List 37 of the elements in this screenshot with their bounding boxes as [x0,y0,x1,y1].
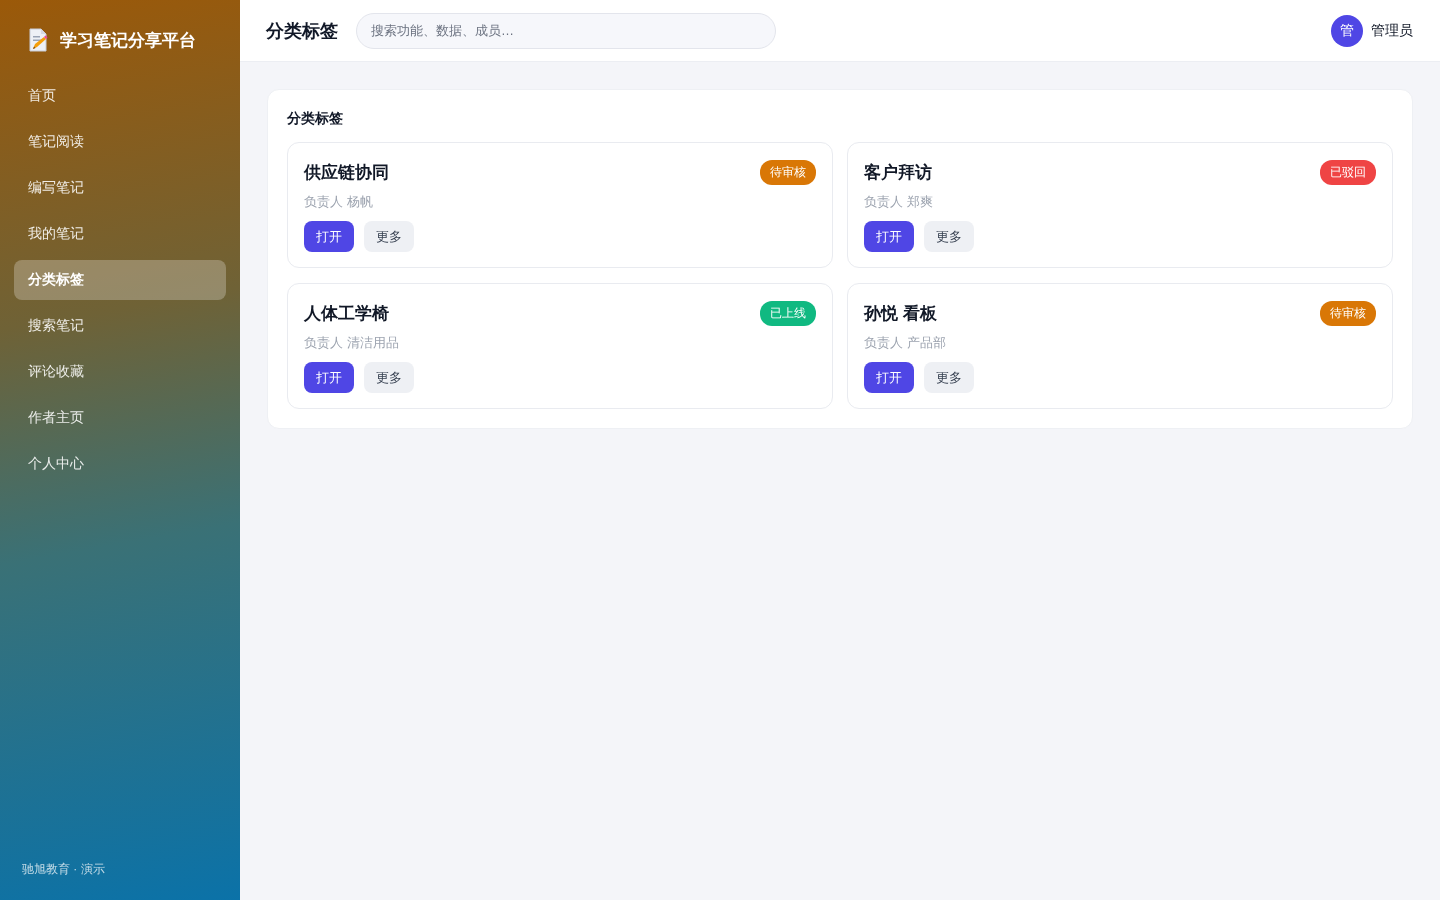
owner-text: 负责人 清洁用品 [304,334,400,352]
more-button[interactable]: 更多 [924,221,974,252]
more-button[interactable]: 更多 [364,362,414,393]
card-title: 客户拜访 [864,161,932,184]
footer-text: 驰旭教育 · 演示 [21,861,106,878]
nav-item[interactable]: 笔记阅读 [14,122,226,162]
brand-name: 学习笔记分享平台 [60,29,196,52]
owner-text: 负责人 郑爽 [864,193,934,211]
search-field[interactable]: 搜索功能、数据、成员… [356,12,776,49]
more-button[interactable]: 更多 [364,221,414,252]
open-button[interactable]: 打开 [304,362,354,393]
user-avatar[interactable]: 管 [1331,14,1363,47]
open-button[interactable]: 打开 [304,221,354,252]
open-button[interactable]: 打开 [864,221,914,252]
status-badge: 已驳回 [1320,159,1376,185]
nav-item[interactable]: 个人中心 [14,444,226,484]
card-title: 孙悦 看板 [864,302,937,325]
nav-item[interactable]: 作者主页 [14,398,226,438]
owner-text: 负责人 产品部 [864,334,947,352]
nav-item[interactable]: 编写笔记 [14,168,226,208]
nav-item[interactable]: 首页 [14,76,226,116]
owner-text: 负责人 杨帆 [304,193,374,211]
nav-item[interactable]: 搜索笔记 [14,306,226,346]
open-button[interactable]: 打开 [864,362,914,393]
memo-pencil-icon [28,28,48,52]
more-button[interactable]: 更多 [924,362,974,393]
status-badge: 待审核 [760,159,816,185]
nav-item[interactable]: 我的笔记 [14,214,226,254]
status-badge: 待审核 [1320,300,1376,326]
panel-title: 分类标签 [287,110,344,128]
nav-item[interactable]: 分类标签 [14,260,226,300]
nav-item[interactable]: 评论收藏 [14,352,226,392]
status-badge: 已上线 [760,300,816,326]
card-title: 人体工学椅 [304,302,389,325]
card-title: 供应链协同 [304,161,389,184]
page-title: 分类标签 [266,19,338,43]
user-name: 管理员 [1371,21,1413,40]
